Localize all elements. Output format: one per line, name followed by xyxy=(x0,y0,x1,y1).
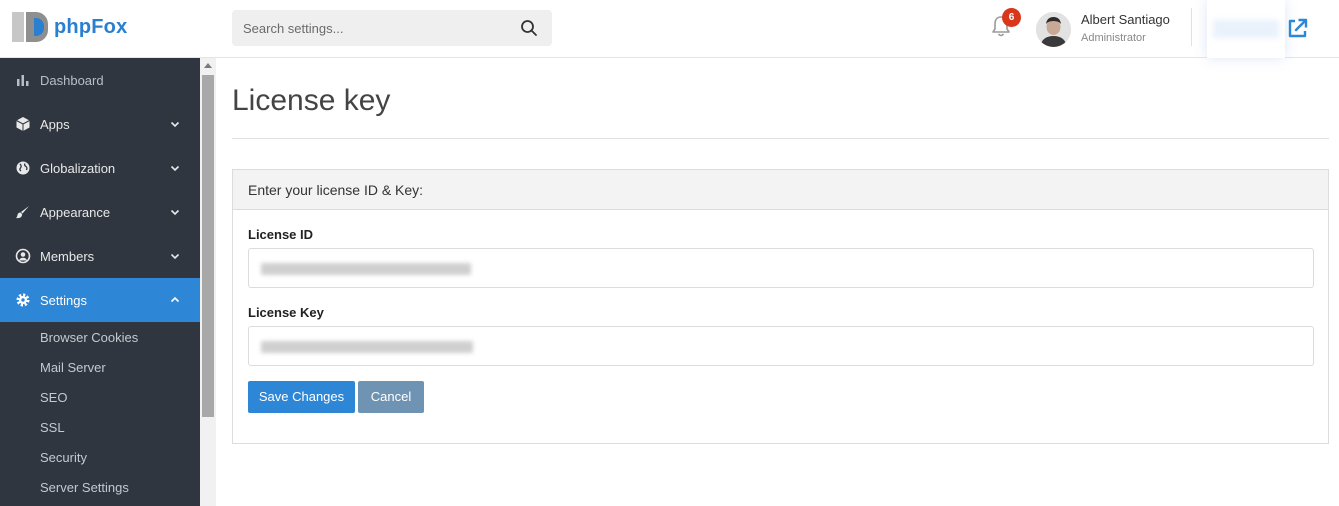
blurred-header-element[interactable] xyxy=(1207,0,1285,58)
sidebar-item-label: Globalization xyxy=(40,160,116,176)
gear-icon xyxy=(16,293,30,307)
user-circle-icon xyxy=(15,248,31,264)
sidebar-subitem-mail-server[interactable]: Mail Server xyxy=(40,360,106,375)
blurred-license-key-value xyxy=(261,341,473,353)
title-divider xyxy=(232,138,1329,139)
avatar[interactable] xyxy=(1036,12,1071,47)
chevron-down-icon xyxy=(170,209,180,216)
sidebar-item-members[interactable]: Members xyxy=(0,234,200,278)
paint-brush-icon xyxy=(16,206,29,219)
user-avatar-icon xyxy=(1036,12,1071,47)
bar-chart-icon xyxy=(17,75,29,86)
chevron-down-icon xyxy=(170,165,180,172)
external-link-icon[interactable] xyxy=(1285,16,1309,40)
search-input[interactable] xyxy=(232,10,512,46)
license-id-label: License ID xyxy=(248,227,314,242)
header-divider xyxy=(1191,8,1192,46)
sidebar-item-label: Dashboard xyxy=(40,72,104,88)
chevron-down-icon xyxy=(170,121,180,128)
save-changes-button[interactable]: Save Changes xyxy=(248,381,355,413)
logo-mark-icon xyxy=(12,10,52,44)
sidebar-subitem-server-settings[interactable]: Server Settings xyxy=(40,480,129,495)
brand-logo[interactable]: phpFox xyxy=(12,10,127,44)
license-key-field[interactable] xyxy=(248,326,1314,366)
sidebar-item-label: Members xyxy=(40,248,95,264)
sidebar-item-globalization[interactable]: Globalization xyxy=(0,146,200,190)
scroll-up-arrow-icon[interactable] xyxy=(204,63,212,68)
sidebar-item-apps[interactable]: Apps xyxy=(0,102,200,146)
search-icon[interactable] xyxy=(520,19,538,37)
cube-icon xyxy=(16,117,30,131)
sidebar-item-label: Apps xyxy=(40,116,70,132)
notification-badge[interactable]: 6 xyxy=(1002,8,1021,27)
sidebar-item-label: Appearance xyxy=(40,204,111,220)
user-role: Administrator xyxy=(1081,32,1146,44)
chevron-down-icon xyxy=(170,253,180,260)
top-header: phpFox 6 Albert Santiago Administrator xyxy=(0,0,1339,58)
cancel-button[interactable]: Cancel xyxy=(358,381,424,413)
search-box xyxy=(232,10,552,46)
sidebar: Dashboard Apps Globalization Appearance … xyxy=(0,58,200,506)
sidebar-item-settings[interactable]: Settings xyxy=(0,278,200,322)
sidebar-subitem-ssl[interactable]: SSL xyxy=(40,420,65,435)
page-title: License key xyxy=(232,84,391,117)
panel-heading: Enter your license ID & Key: xyxy=(233,170,1328,210)
sidebar-item-dashboard[interactable]: Dashboard xyxy=(0,58,200,102)
sidebar-subitem-browser-cookies[interactable]: Browser Cookies xyxy=(40,330,138,345)
license-key-label: License Key xyxy=(248,305,324,320)
brand-name: phpFox xyxy=(54,15,128,38)
scrollbar-thumb[interactable] xyxy=(202,75,214,417)
sidebar-subitem-seo[interactable]: SEO xyxy=(40,390,67,405)
blurred-license-id-value xyxy=(261,263,471,275)
sidebar-item-appearance[interactable]: Appearance xyxy=(0,190,200,234)
sidebar-item-label: Settings xyxy=(40,292,87,308)
sidebar-subitem-security[interactable]: Security xyxy=(40,450,87,465)
chevron-up-icon xyxy=(170,296,180,303)
user-name[interactable]: Albert Santiago xyxy=(1081,12,1170,27)
license-id-field[interactable] xyxy=(248,248,1314,288)
license-panel: Enter your license ID & Key: License ID … xyxy=(232,169,1329,444)
globe-icon xyxy=(16,161,30,175)
sidebar-scrollbar[interactable] xyxy=(200,58,216,506)
